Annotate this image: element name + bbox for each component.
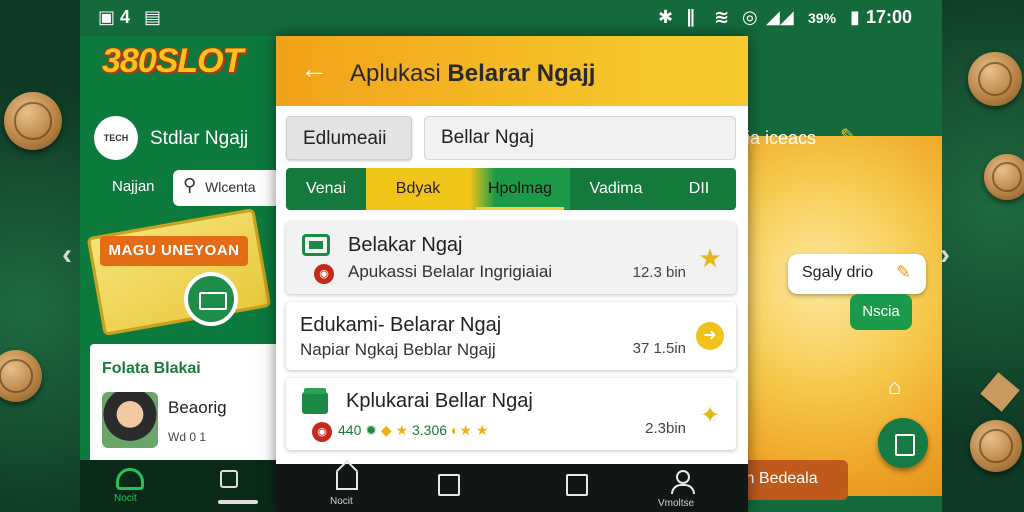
home-icon	[336, 472, 358, 490]
left-content-card[interactable]: Folata Blakai Beaorig Wd 0 1	[90, 344, 280, 464]
right-bottom-text: ih Bedeala	[742, 470, 818, 487]
list-item[interactable]: Belakar Ngaj ◉ Apukassi Belalar Ingrigia…	[286, 222, 736, 294]
gear-icon: ✹	[365, 422, 381, 438]
rank-badge-icon: ◉	[314, 264, 334, 284]
list-item[interactable]: Kplukarai Bellar Ngaj ◉ 440 ✹ ◆ ★ 3.306 …	[286, 378, 736, 450]
page-title: Aplukasi Belarar Ngajj	[350, 60, 595, 88]
notification-icon: ▣	[98, 7, 116, 27]
home-label: Nocit	[114, 493, 137, 504]
rank-badge-icon: ◉	[312, 422, 332, 442]
ticket-seal-icon	[184, 272, 238, 326]
left-label: Najjan	[112, 178, 155, 195]
nav-home[interactable]: Nocit	[330, 464, 370, 512]
clock: 17:00	[866, 7, 913, 27]
background-left	[0, 0, 90, 512]
category-label: Edlumeaii	[303, 128, 387, 149]
app-icon	[302, 388, 328, 414]
tab-bdyak[interactable]: Bdyak	[366, 168, 470, 210]
right-header: ia iceacs	[746, 128, 817, 148]
list-item-subtitle: Apukassi Belalar Ingrigiaiai	[348, 262, 553, 281]
tab-bar: Venai Bdyak Hpolmag Vadima DII	[286, 168, 736, 210]
rating-value: 3.306	[411, 422, 448, 438]
app-icon	[302, 234, 330, 256]
diamond-icon: ◆ ★	[380, 422, 412, 438]
category-button[interactable]: Edlumeaii	[286, 116, 412, 160]
right-phone-screen: ia iceacs ✎ Sgaly drio ✎ Nscia ⌂ ih Bede…	[742, 36, 942, 512]
search-input[interactable]	[425, 117, 735, 159]
signal-icon: ◢◢	[766, 7, 794, 27]
leaf-icon: ⌂	[888, 374, 902, 399]
flag-icon: ✎	[840, 126, 857, 148]
tab-vadima[interactable]: Vadima	[570, 168, 662, 210]
left-card-meta: Wd 0 1	[168, 430, 207, 444]
recents-icon[interactable]	[220, 470, 238, 488]
nav-profile[interactable]: Vmoltse	[656, 464, 716, 512]
rating-stars-icon: ◐★ ★	[450, 422, 489, 438]
battery-icon: ▮	[850, 7, 860, 27]
nav-home-label: Nocit	[330, 496, 353, 507]
tab-dii[interactable]: DII	[662, 168, 736, 210]
left-phone-screen: 380SLOT TECH Stdlar Ngajj Najjan ⚲ Wlcen…	[80, 36, 280, 512]
pencil-icon: ✎	[896, 262, 912, 282]
right-chat-bubble[interactable]: Sgaly drio ✎	[788, 254, 926, 294]
list-item-subtitle: Napiar Ngkaj Beblar Ngajj	[300, 340, 496, 359]
left-search-box[interactable]: ⚲ Wlcenta	[173, 170, 280, 206]
image-icon: ▤	[144, 7, 162, 27]
ticket-banner[interactable]: MAGU UNEYOAN	[100, 236, 248, 266]
profile-icon	[676, 470, 690, 484]
chevron-left-icon[interactable]: ‹	[62, 238, 72, 272]
coin-decoration	[984, 154, 1024, 200]
title-prefix: Aplukasi	[350, 60, 448, 87]
gesture-bar	[218, 500, 258, 504]
list-item-title: Kplukarai Bellar Ngaj	[346, 390, 533, 412]
main-phone-screen: ← Aplukasi Belarar Ngajj ··· Edlumeaii V…	[276, 36, 748, 512]
list-item[interactable]: Edukami- Belarar Ngaj Napiar Ngkaj Bebla…	[286, 302, 736, 370]
list-item-title: Belakar Ngaj	[348, 234, 463, 256]
left-search-text: Wlcenta	[205, 179, 256, 195]
coin-decoration	[968, 52, 1022, 106]
back-arrow-icon[interactable]: ←	[300, 54, 330, 84]
app-bar: ← Aplukasi Belarar Ngajj ···	[276, 36, 748, 106]
status-left-text: 4	[120, 7, 131, 27]
rating-prefix: 440	[338, 422, 362, 438]
square-icon[interactable]	[438, 474, 460, 496]
profile-thumbnail	[102, 392, 158, 448]
check-badge-icon[interactable]: ➜	[696, 322, 724, 350]
list-item-size: 37 1.5in	[632, 340, 686, 357]
list-item-size: 2.3bin	[645, 420, 686, 437]
left-card-title: Folata Blakai	[102, 360, 201, 377]
battery-percent: 39%	[808, 10, 837, 26]
star-badge-icon[interactable]: ★	[696, 244, 724, 272]
status-bar: ▣ 4 ▤ ✱ ∥ ≋ ◎ ◢◢ 39% ▮ 17:00	[80, 0, 942, 36]
left-card-name: Beaorig	[168, 398, 227, 417]
tab-hpolmag[interactable]: Hpolmag	[470, 168, 570, 210]
list-item-title: Edukami- Belarar Ngaj	[300, 314, 502, 336]
left-page-title: Stdlar Ngajj	[150, 128, 249, 149]
app-logo: 380SLOT	[102, 42, 243, 80]
nav-profile-label: Vmoltse	[658, 498, 695, 509]
tab-venai[interactable]: Venai	[286, 168, 366, 210]
star-badge-icon[interactable]: ✦	[696, 402, 724, 430]
floating-action-button[interactable]	[878, 418, 928, 468]
title-bold: Belarar Ngajj	[447, 60, 596, 87]
bottom-nav: Nocit Vmoltse	[276, 464, 748, 512]
bubble-text: Sgaly drio	[802, 264, 874, 281]
vibrate-icon: ∥	[686, 7, 695, 27]
avatar[interactable]: TECH	[94, 116, 138, 160]
home-icon[interactable]	[116, 468, 144, 490]
list-item-size: 12.3 bin	[632, 264, 686, 281]
alarm-icon: ◎	[742, 7, 758, 27]
ticket-illustration	[86, 207, 272, 337]
right-pill-button[interactable]: Nscia	[850, 294, 912, 330]
right-bottom-tag[interactable]: ih Bedeala	[742, 460, 848, 500]
left-bottom-nav: Nocit	[80, 460, 280, 512]
search-input-wrapper[interactable]	[424, 116, 736, 160]
coin-decoration	[4, 92, 62, 150]
search-icon: ⚲	[183, 175, 197, 195]
coin-decoration	[970, 420, 1022, 472]
wifi-icon: ≋	[714, 7, 730, 27]
square-icon[interactable]	[566, 474, 588, 496]
rating-row: 440 ✹ ◆ ★ 3.306 ◐★ ★	[338, 422, 488, 439]
bluetooth-icon: ✱	[658, 7, 674, 27]
